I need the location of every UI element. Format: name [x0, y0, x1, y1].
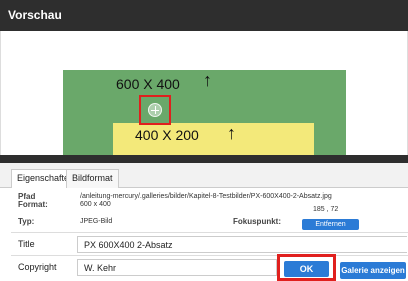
image-inner-label: 400 X 200 [135, 127, 199, 143]
path-value: /anleitung-mercury/.galleries/bilder/Kap… [80, 193, 332, 200]
copyright-label: Copyright [18, 262, 57, 272]
ok-button[interactable]: OK [284, 261, 329, 277]
title-row: Title PX 600X400 2-Absatz [11, 232, 408, 255]
type-value: JPEG-Bild [80, 218, 113, 225]
format-label: Format: [18, 200, 48, 209]
image-inner-region: 400 X 200 ↑ [113, 123, 314, 156]
ok-button-highlight: OK [277, 254, 336, 281]
tab-bildformat[interactable]: Bildformat [66, 169, 119, 188]
title-input[interactable]: PX 600X400 2-Absatz [77, 236, 407, 253]
show-gallery-button[interactable]: Galerie anzeigen [340, 262, 406, 279]
type-label: Typ: [18, 217, 35, 226]
image-outer-label: 600 X 400 [116, 76, 180, 92]
remove-focus-button[interactable]: Entfernen [302, 219, 359, 230]
title-label: Title [18, 239, 35, 249]
up-arrow-icon: ↑ [227, 123, 236, 143]
image-preview: 600 X 400 ↑ 400 X 200 ↑ [0, 31, 408, 156]
focus-point-highlight [139, 95, 171, 125]
preview-image[interactable]: 600 X 400 ↑ 400 X 200 ↑ [63, 70, 346, 156]
dialog-title: Vorschau [8, 8, 62, 22]
image-info-panel: Pfad /anleitung-mercury/.galleries/bilde… [0, 188, 408, 230]
focus-point-value: 185 , 72 [313, 206, 339, 213]
copyright-input[interactable]: W. Kehr [77, 259, 277, 276]
focus-point-label: Fokuspunkt: [233, 217, 281, 226]
tab-bar: Eigenschaften Bildformat [0, 163, 408, 188]
format-value: 600 x 400 [80, 201, 111, 208]
focus-point-icon[interactable] [148, 103, 162, 117]
up-arrow-icon: ↑ [203, 70, 212, 90]
dialog-separator [0, 155, 408, 163]
dialog-titlebar: Vorschau [0, 0, 408, 31]
